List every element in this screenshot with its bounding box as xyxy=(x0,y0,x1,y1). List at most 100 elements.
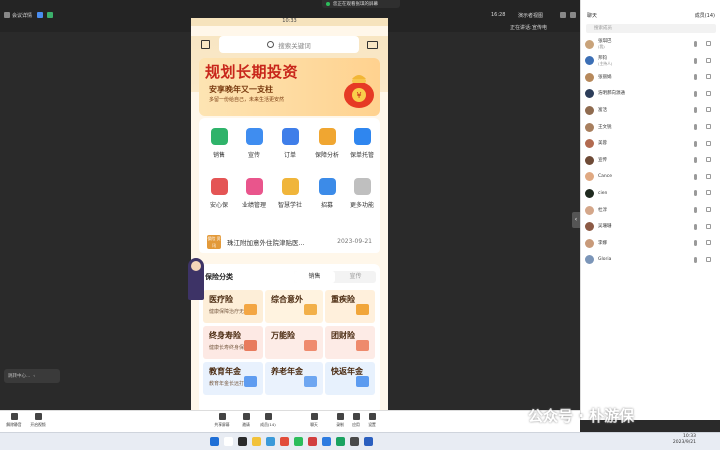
scan-icon[interactable] xyxy=(201,40,210,49)
tab-promo[interactable]: 宣传 xyxy=(335,271,376,283)
member-item[interactable]: 美蓉 xyxy=(585,138,717,150)
tab-sales[interactable]: 销售 xyxy=(294,271,335,283)
layout-icon[interactable] xyxy=(570,12,576,18)
taskbar-app-icon[interactable] xyxy=(266,437,275,446)
taskbar-app-icon[interactable] xyxy=(280,437,289,446)
mic-icon[interactable] xyxy=(694,74,697,81)
mic-icon[interactable] xyxy=(694,157,697,164)
fullscreen-icon[interactable] xyxy=(560,12,566,18)
camera-icon[interactable] xyxy=(706,124,711,129)
category-cell[interactable]: 综合意外 xyxy=(265,290,323,323)
category-cell[interactable]: 终身寿险 健康长寿终身保障 xyxy=(203,326,263,359)
camera-icon[interactable] xyxy=(706,240,711,246)
camera-icon[interactable] xyxy=(706,107,711,113)
search-input[interactable]: 搜索关键词 xyxy=(219,36,359,53)
promo-banner[interactable]: 规划长期投资 安享晚年又一支柱 多留一份给自己，未来生活更安然 ¥ xyxy=(199,58,380,116)
camera-icon[interactable] xyxy=(706,157,711,163)
taskbar-app-icon[interactable] xyxy=(308,437,317,446)
view-mode-label[interactable]: 演示者视图 xyxy=(518,12,543,19)
feature-10[interactable]: 更多功能 xyxy=(344,178,380,220)
collapse-panel-icon[interactable]: ‹ xyxy=(572,212,580,228)
camera-icon[interactable] xyxy=(706,57,711,63)
member-item[interactable]: 杜淳 xyxy=(585,204,717,216)
mic-icon[interactable] xyxy=(694,173,697,180)
close-icon[interactable]: ‹ xyxy=(33,374,35,379)
feature-8[interactable]: 智慧学社 xyxy=(272,178,308,220)
camera-icon[interactable] xyxy=(706,207,711,212)
taskbar-app-icon[interactable] xyxy=(294,437,303,446)
chat-button[interactable]: 聊天 xyxy=(304,413,324,428)
video-button[interactable]: 开启视频 xyxy=(28,413,48,428)
info-icon[interactable] xyxy=(4,12,10,18)
taskbar-app-icon[interactable] xyxy=(364,437,373,446)
category-cell[interactable]: 医疗险 健康保障治疗无忧 xyxy=(203,290,263,323)
members-tab[interactable]: 成员(14) xyxy=(695,12,715,19)
taskbar-app-icon[interactable] xyxy=(336,437,345,446)
left-toast[interactable]: 跳转中心... ‹ xyxy=(4,369,60,383)
feature-1[interactable]: 销售 xyxy=(201,128,237,170)
camera-icon[interactable] xyxy=(706,223,711,229)
member-item[interactable]: 王文锐 xyxy=(585,121,717,133)
mic-icon[interactable] xyxy=(694,90,697,97)
news-notice[interactable]: 保险 资讯 珠江附加意外住院津贴医... 2023-09-21 xyxy=(199,230,380,253)
mic-icon[interactable] xyxy=(694,207,697,213)
feature-6[interactable]: 安心保 xyxy=(201,178,237,220)
category-cell[interactable]: 重疾险 xyxy=(325,290,375,323)
chat-tab[interactable]: 聊天 xyxy=(587,12,597,19)
member-item[interactable]: 吴珊珊 xyxy=(585,221,717,233)
camera-icon[interactable] xyxy=(706,140,711,146)
taskbar-app-icon[interactable] xyxy=(238,437,247,446)
mic-icon[interactable] xyxy=(694,256,697,263)
feature-2[interactable]: 宣传 xyxy=(236,128,272,170)
invite-button[interactable]: 邀请 xyxy=(236,413,256,428)
taskbar-app-icon[interactable] xyxy=(322,437,331,446)
camera-icon[interactable] xyxy=(706,190,711,196)
feature-9[interactable]: 招募 xyxy=(309,178,345,220)
mic-icon[interactable] xyxy=(694,57,697,64)
category-cell[interactable]: 万能险 xyxy=(265,326,323,359)
member-item[interactable]: cien xyxy=(585,187,717,199)
mic-icon[interactable] xyxy=(694,107,697,114)
member-item[interactable]: Gloria xyxy=(585,254,717,266)
member-item[interactable]: 张丽娟 xyxy=(585,71,717,83)
camera-icon[interactable] xyxy=(706,90,711,96)
category-cell[interactable]: 养老年金 xyxy=(265,362,323,395)
taskbar-app-icon[interactable] xyxy=(210,437,219,446)
camera-icon[interactable] xyxy=(706,41,711,46)
category-cell[interactable]: 团财险 xyxy=(325,326,375,359)
mail-icon[interactable] xyxy=(367,41,378,49)
member-item[interactable]: 李娜 xyxy=(585,237,717,249)
member-item[interactable]: Cance xyxy=(585,171,717,183)
category-cell[interactable]: 教育年金 教育年金长远打算 xyxy=(203,362,263,395)
feature-3[interactable]: 订单 xyxy=(272,128,308,170)
member-search-input[interactable]: 搜索成员 xyxy=(586,24,716,33)
mic-icon[interactable] xyxy=(694,124,697,130)
camera-icon[interactable] xyxy=(706,74,711,80)
member-item[interactable]: 张琪巴 (我) xyxy=(585,38,717,50)
feature-4[interactable]: 保障分析 xyxy=(309,128,345,170)
shield-icon[interactable] xyxy=(37,12,43,18)
camera-icon[interactable] xyxy=(706,256,711,262)
unmute-button[interactable]: 解除静音 xyxy=(4,413,24,428)
taskbar-app-icon[interactable] xyxy=(350,437,359,446)
member-item[interactable]: 邦钧 (主持人) xyxy=(585,55,717,67)
mic-icon[interactable] xyxy=(694,223,697,230)
taskbar-app-icon[interactable] xyxy=(224,437,233,446)
mic-icon[interactable] xyxy=(694,190,697,197)
assistant-avatar[interactable] xyxy=(188,258,204,300)
share-screen-button[interactable]: 共享屏幕 xyxy=(212,413,232,428)
member-item[interactable]: 宣传 xyxy=(585,154,717,166)
camera-icon[interactable] xyxy=(706,173,711,179)
feature-7[interactable]: 业绩管理 xyxy=(236,178,272,220)
member-item[interactable]: 富活 xyxy=(585,104,717,116)
taskbar-app-icon[interactable] xyxy=(252,437,261,446)
member-item[interactable]: 浩明郝向源通 xyxy=(585,88,717,100)
category-cell[interactable]: 快返年金 xyxy=(325,362,375,395)
mic-icon[interactable] xyxy=(694,240,697,247)
settings-button[interactable]: 设置 xyxy=(362,413,382,428)
screen-share-banner[interactable]: 您正在观看张琪的屏幕 xyxy=(322,0,400,8)
members-button[interactable]: 成员(14) xyxy=(258,413,278,428)
feature-5[interactable]: 保单托管 xyxy=(344,128,380,170)
mic-icon[interactable] xyxy=(694,140,697,147)
meeting-info-label[interactable]: 会议详情 xyxy=(12,12,32,19)
